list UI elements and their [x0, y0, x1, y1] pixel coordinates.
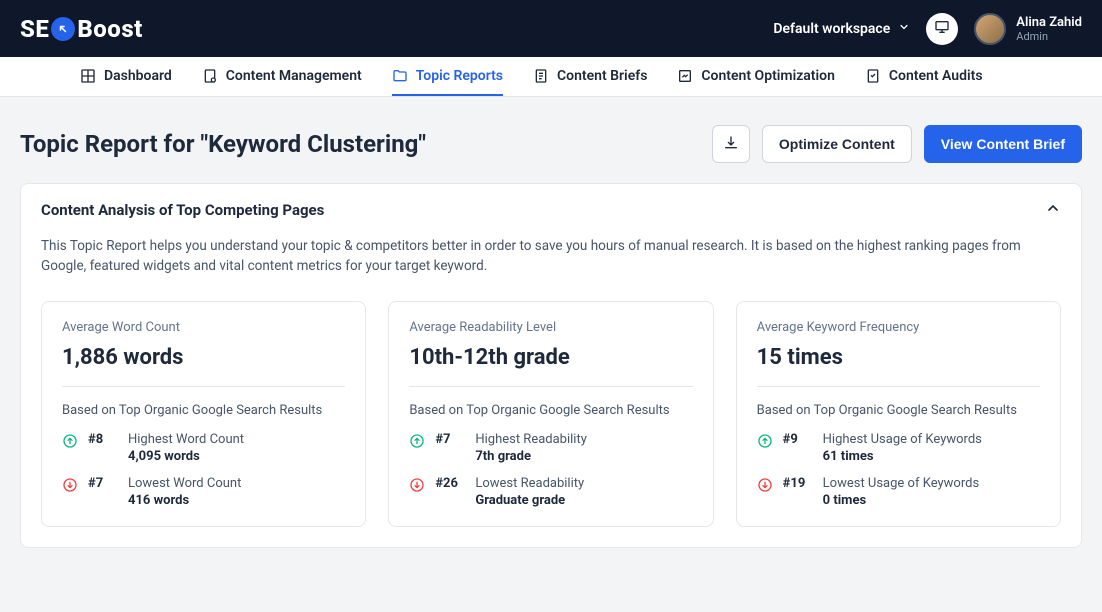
- download-button[interactable]: [712, 125, 750, 163]
- arrow-up-circle-icon: [757, 433, 773, 453]
- rank-row-low: #7 Lowest Word Count 416 words: [62, 476, 345, 508]
- rank-label: Highest Readability: [475, 432, 587, 447]
- card-body: This Topic Report helps you understand y…: [21, 236, 1081, 547]
- logo-text-pre: SE: [20, 15, 49, 43]
- view-content-brief-button[interactable]: View Content Brief: [924, 125, 1082, 163]
- user-name: Alina Zahid: [1016, 15, 1082, 30]
- user-text: Alina Zahid Admin: [1016, 15, 1082, 43]
- logo-text-post: Boost: [77, 15, 142, 43]
- stat-card-word-count: Average Word Count 1,886 words Based on …: [41, 301, 366, 527]
- rank-row-low: #26 Lowest Readability Graduate grade: [409, 476, 692, 508]
- arrow-up-circle-icon: [409, 433, 425, 453]
- rank-position: #9: [783, 432, 813, 447]
- divider: [757, 386, 1040, 387]
- chevron-up-icon: [1045, 200, 1061, 220]
- stat-label: Average Word Count: [62, 320, 345, 335]
- nav-topic-reports[interactable]: Topic Reports: [392, 57, 503, 96]
- divider: [62, 386, 345, 387]
- workspace-label: Default workspace: [773, 21, 890, 37]
- nav-label: Content Briefs: [557, 68, 647, 84]
- chevron-down-icon: [898, 21, 910, 37]
- nav-content-audits[interactable]: Content Audits: [865, 57, 983, 96]
- rank-row-high: #8 Highest Word Count 4,095 words: [62, 432, 345, 464]
- nav-label: Content Audits: [889, 68, 983, 84]
- user-role: Admin: [1016, 30, 1082, 43]
- audit-icon: [865, 68, 881, 84]
- folder-icon: [392, 68, 408, 84]
- rank-position: #8: [88, 432, 118, 447]
- workspace-selector[interactable]: Default workspace: [773, 21, 910, 37]
- logo-mark-icon: [51, 17, 75, 41]
- rank-label: Lowest Readability: [475, 476, 584, 491]
- monitor-icon: [934, 19, 950, 39]
- clipboard-icon: [202, 68, 218, 84]
- nav-content-optimization[interactable]: Content Optimization: [677, 57, 835, 96]
- avatar: [974, 13, 1006, 45]
- rank-value: 4,095 words: [128, 449, 244, 464]
- card-title: Content Analysis of Top Competing Pages: [41, 201, 324, 219]
- rank-position: #7: [88, 476, 118, 491]
- rank-value: 61 times: [823, 449, 982, 464]
- main-nav: Dashboard Content Management Topic Repor…: [0, 57, 1102, 97]
- nav-label: Dashboard: [104, 68, 172, 84]
- optimize-icon: [677, 68, 693, 84]
- stat-value: 1,886 words: [62, 345, 345, 370]
- optimize-content-button[interactable]: Optimize Content: [762, 125, 912, 163]
- arrow-down-circle-icon: [409, 477, 425, 497]
- header-right: Default workspace Alina Zahid Admin: [773, 13, 1082, 45]
- app-header: SE Boost Default workspace Alina Zahid A…: [0, 0, 1102, 57]
- stat-value: 15 times: [757, 345, 1040, 370]
- rank-label: Highest Usage of Keywords: [823, 432, 982, 447]
- rank-label: Highest Word Count: [128, 432, 244, 447]
- arrow-down-circle-icon: [757, 477, 773, 497]
- stat-label: Average Keyword Frequency: [757, 320, 1040, 335]
- nav-content-management[interactable]: Content Management: [202, 57, 362, 96]
- rank-value: 416 words: [128, 493, 241, 508]
- rank-row-high: #9 Highest Usage of Keywords 61 times: [757, 432, 1040, 464]
- stat-sublabel: Based on Top Organic Google Search Resul…: [409, 403, 692, 418]
- arrow-up-circle-icon: [62, 433, 78, 453]
- rank-row-low: #19 Lowest Usage of Keywords 0 times: [757, 476, 1040, 508]
- nav-label: Content Optimization: [701, 68, 835, 84]
- device-preview-button[interactable]: [926, 13, 958, 45]
- stats-row: Average Word Count 1,886 words Based on …: [41, 301, 1061, 527]
- rank-label: Lowest Usage of Keywords: [823, 476, 980, 491]
- dashboard-icon: [80, 68, 96, 84]
- analysis-description: This Topic Report helps you understand y…: [41, 236, 1061, 277]
- arrow-down-circle-icon: [62, 477, 78, 497]
- rank-position: #7: [435, 432, 465, 447]
- stat-value: 10th-12th grade: [409, 345, 692, 370]
- page-title: Topic Report for "Keyword Clustering": [20, 130, 426, 158]
- rank-value: Graduate grade: [475, 493, 584, 508]
- nav-dashboard[interactable]: Dashboard: [80, 57, 172, 96]
- document-icon: [533, 68, 549, 84]
- page-head: Topic Report for "Keyword Clustering" Op…: [0, 97, 1102, 183]
- card-head[interactable]: Content Analysis of Top Competing Pages: [21, 184, 1081, 236]
- nav-label: Content Management: [226, 68, 362, 84]
- stat-sublabel: Based on Top Organic Google Search Resul…: [757, 403, 1040, 418]
- page-actions: Optimize Content View Content Brief: [712, 125, 1082, 163]
- user-menu[interactable]: Alina Zahid Admin: [974, 13, 1082, 45]
- rank-position: #26: [435, 476, 465, 491]
- rank-row-high: #7 Highest Readability 7th grade: [409, 432, 692, 464]
- stat-card-readability: Average Readability Level 10th-12th grad…: [388, 301, 713, 527]
- rank-value: 0 times: [823, 493, 980, 508]
- nav-label: Topic Reports: [416, 68, 503, 84]
- nav-content-briefs[interactable]: Content Briefs: [533, 57, 647, 96]
- rank-value: 7th grade: [475, 449, 587, 464]
- stat-sublabel: Based on Top Organic Google Search Resul…: [62, 403, 345, 418]
- download-icon: [723, 135, 739, 154]
- rank-label: Lowest Word Count: [128, 476, 241, 491]
- stat-label: Average Readability Level: [409, 320, 692, 335]
- analysis-card: Content Analysis of Top Competing Pages …: [20, 183, 1082, 548]
- divider: [409, 386, 692, 387]
- rank-position: #19: [783, 476, 813, 491]
- app-logo[interactable]: SE Boost: [20, 15, 143, 43]
- stat-card-keyword-frequency: Average Keyword Frequency 15 times Based…: [736, 301, 1061, 527]
